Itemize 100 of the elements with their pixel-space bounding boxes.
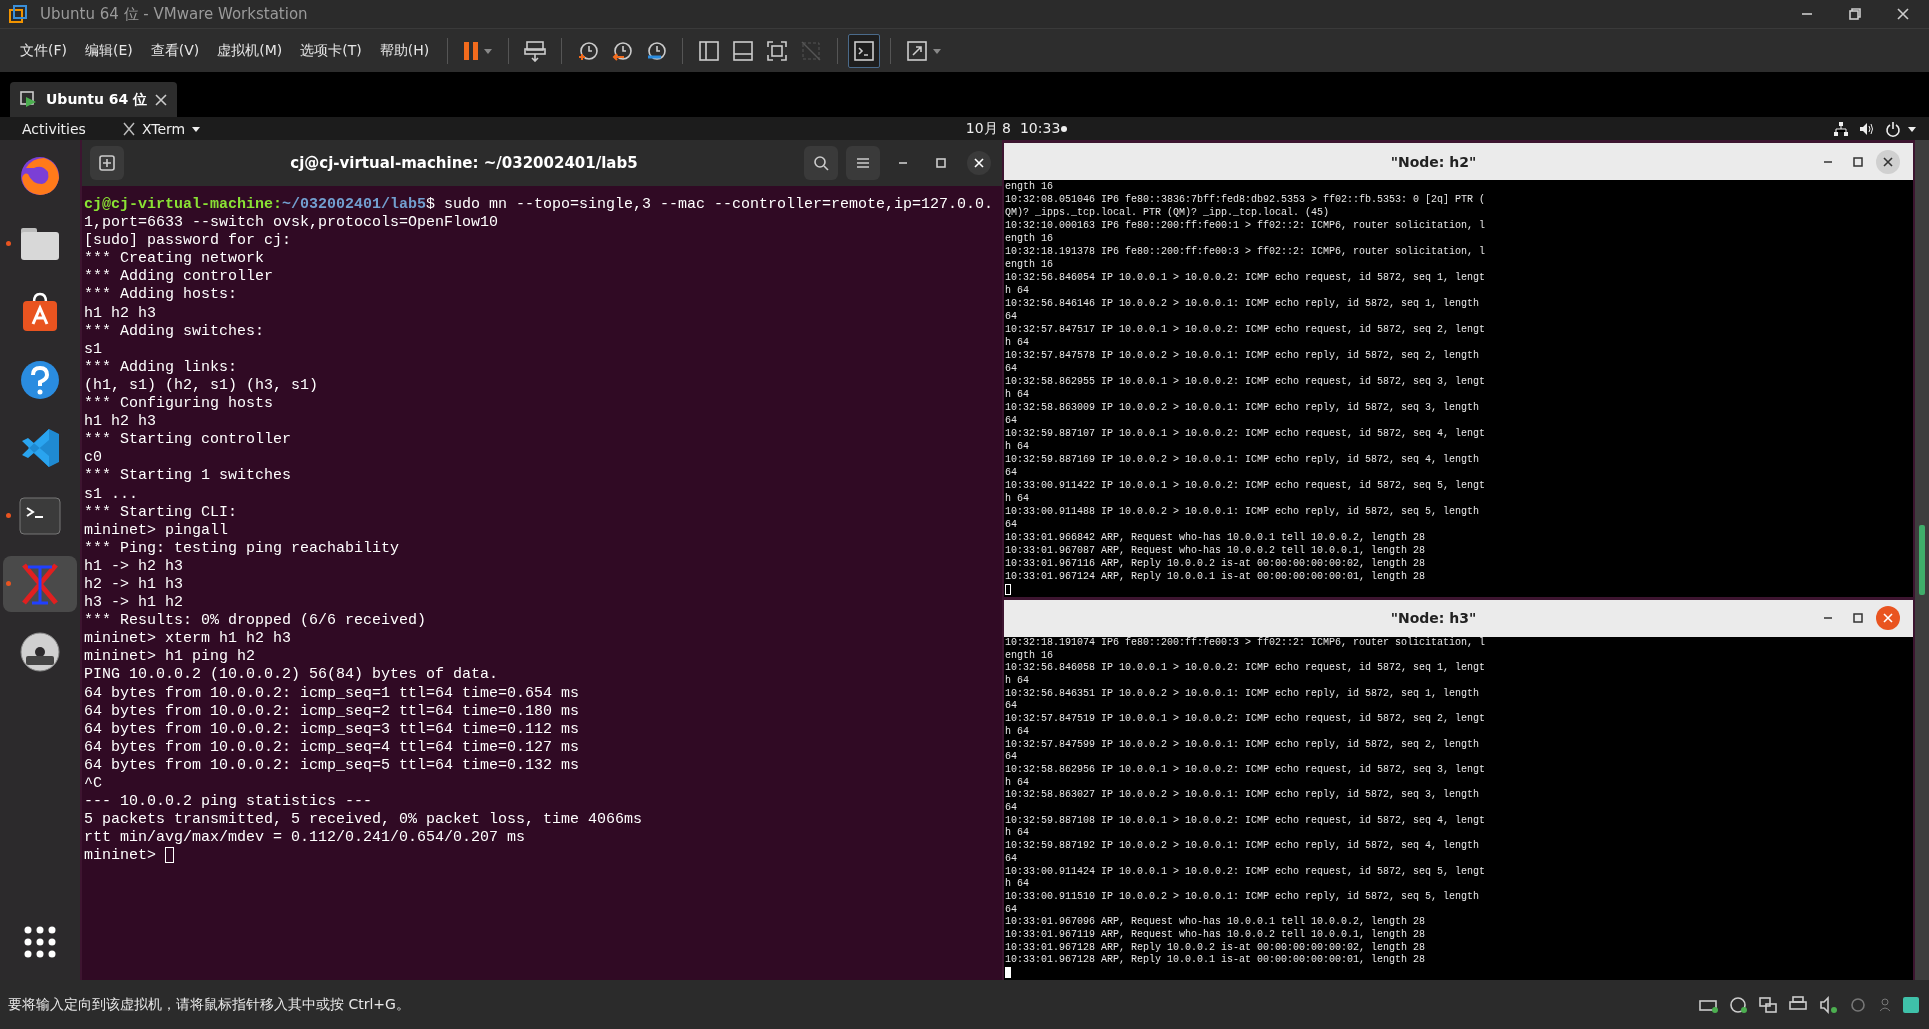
menu-item[interactable]: 文件(F): [12, 35, 75, 66]
terminal-line: 64: [1004, 414, 1018, 427]
terminal-line: 10:32:57.847519 IP 10.0.0.1 > 10.0.0.2: ICMP echo request, id 5872, seq 2, lengt: [1004, 713, 1487, 726]
crossed-square-icon: [800, 39, 823, 62]
terminal-line: mininet>: [83, 847, 157, 865]
terminal-line: 10:32:10.000163 IP6 fe80::200:ff:fe00:1 > ff02::2: ICMP6, router solicitation, l: [1004, 219, 1487, 232]
terminal-line: ength 16: [1004, 232, 1054, 245]
terminal-line: 10:32:59.887108 IP 10.0.0.1 > 10.0.0.2: ICMP echo request, id 5872, seq 4, lengt: [1004, 814, 1487, 827]
expand-icon: [906, 39, 929, 62]
terminal-line: 10:32:18.191074 IP6 fe80::200:ff:fe00:3 > ff02::2: ICMP6, router solicitation, l: [1004, 636, 1487, 650]
terminal-line: 64: [1004, 802, 1018, 815]
x-logo-icon: [121, 121, 136, 136]
vm-play-icon: [20, 90, 38, 109]
close-icon[interactable]: [155, 93, 168, 106]
network-icon[interactable]: [1833, 120, 1849, 137]
menu-item[interactable]: 查看(V): [142, 35, 208, 66]
terminal-line: 64: [1004, 310, 1018, 323]
split-panel-icon: [698, 39, 721, 62]
maximize-icon: [1853, 156, 1863, 167]
terminal-line: h 64: [1004, 675, 1030, 688]
terminal-line: --- 10.0.0.2 ping statistics ---: [83, 793, 373, 812]
maximize-icon: [1853, 613, 1863, 624]
terminal-line: h3 -> h1 h2: [83, 594, 184, 613]
clock-button[interactable]: 10月 8 10:33: [965, 119, 1061, 138]
vm-tab[interactable]: Ubuntu 64 位: [10, 82, 178, 117]
users-icon: [1879, 997, 1891, 1012]
speaker-icon: [1819, 995, 1839, 1014]
new-tab-button[interactable]: [89, 146, 124, 180]
terminal-line: 10:33:00.911488 IP 10.0.0.2 > 10.0.0.1: ICMP echo reply, id 5872, seq 5, length: [1004, 505, 1481, 518]
terminal-line: mininet> xterm h1 h2 h3: [83, 630, 292, 649]
monitor-arrow-icon: [524, 39, 547, 62]
terminal-line: 64: [1004, 362, 1018, 375]
grid-icon: [22, 925, 57, 959]
terminal-line: 10:32:57.847578 IP 10.0.0.2 > 10.0.0.1: ICMP echo reply, id 5872, seq 2, length: [1004, 349, 1481, 362]
terminal-line: *** Starting CLI:: [83, 503, 238, 522]
terminal-line: s1 ...: [83, 485, 139, 504]
plus-icon: [98, 155, 115, 171]
search-button[interactable]: [803, 146, 838, 180]
close-button[interactable]: [966, 151, 991, 175]
close-icon: [973, 158, 984, 168]
scrollbar-thumb[interactable]: [1919, 525, 1925, 595]
terminal-line: *** Results: 0% dropped (6/6 received): [83, 612, 427, 631]
terminal-line: ength 16: [1004, 258, 1054, 271]
terminal-line: 10:32:18.191378 IP6 fe80::200:ff:fe00:3 > ff02::2: ICMP6, router solicitation, l: [1004, 245, 1487, 258]
terminal-line: 64: [1004, 700, 1018, 714]
terminal-line: 5 packets transmitted, 5 received, 0% packet loss, time 4066ms: [83, 811, 643, 830]
close-icon: [1883, 613, 1893, 624]
console-view-button[interactable]: [848, 33, 881, 68]
notification-dot-icon: [1060, 124, 1069, 133]
terminal-line: 10:33:01.967096 ARP, Request who-has 10.0.0.1 tell 10.0.0.2, length 28: [1004, 916, 1427, 929]
text-cursor: [164, 847, 174, 864]
terminal-line: 64: [1004, 466, 1018, 479]
terminal-line: h1 h2 h3: [83, 304, 157, 323]
terminal-line: *** Starting 1 switches: [83, 467, 292, 486]
menu-item[interactable]: 编辑(E): [77, 35, 141, 66]
terminal-line: 10:33:00.911424 IP 10.0.0.1 > 10.0.0.2: ICMP echo request, id 5872, seq 5, lengt: [1004, 865, 1487, 878]
terminal-title: cj@cj-virtual-machine: ~/032002401/lab5: [289, 154, 639, 172]
terminal-line: *** Adding switches:: [83, 322, 265, 341]
terminal-line: mininet> h1 ping h2: [83, 648, 256, 667]
activities-button[interactable]: Activities: [22, 120, 86, 137]
disc-icon: [1729, 995, 1749, 1014]
network-adapter-icon: [1759, 995, 1779, 1014]
terminal-line: 10:33:01.967124 ARP, Reply 10.0.0.1 is-at 00:00:00:00:00:01, length 28: [1004, 570, 1427, 583]
terminal-line: 64: [1004, 852, 1018, 866]
console-icon: [853, 39, 876, 62]
menu-item[interactable]: 虚拟机(M): [209, 35, 291, 66]
terminal-line: h 64: [1004, 336, 1030, 349]
terminal-line: h 64: [1004, 388, 1030, 401]
terminal-line: *** Adding hosts:: [83, 286, 238, 305]
terminal-line: 10:32:56.846351 IP 10.0.0.2 > 10.0.0.1: ICMP echo reply, id 5872, seq 1, length: [1004, 687, 1481, 701]
terminal-line: (h1, s1) (h2, s1) (h3, s1): [83, 376, 319, 396]
window-title: "Node: h2": [1389, 153, 1478, 170]
maximize-icon: [935, 158, 946, 168]
terminal-line: 10:32:59.887169 IP 10.0.0.2 > 10.0.0.1: ICMP echo reply, id 5872, seq 4, length: [1004, 453, 1481, 466]
menu-button[interactable]: [845, 146, 880, 180]
terminal-line: 10:32:58.863027 IP 10.0.0.2 > 10.0.0.1: ICMP echo reply, id 5872, seq 3, length: [1004, 789, 1481, 802]
terminal-line: 10:32:08.051046 IP6 fe80::3836:7bff:fed8:db92.5353 > ff02::fb.5353: 0 [2q] PTR (: [1004, 193, 1487, 206]
terminal-line: h 64: [1004, 827, 1030, 841]
message-icon: [1901, 994, 1921, 1015]
close-button[interactable]: [1876, 149, 1900, 174]
close-icon: [1897, 8, 1909, 20]
clock-wrench-icon: [645, 39, 668, 62]
app-menu[interactable]: XTerm: [121, 120, 202, 137]
terminal-line: cj@cj-virtual-machine:~/032002401/lab5$ sudo mn --topo=single,3 --mac --controller=remote,ip=127.0.0.: [83, 196, 995, 215]
terminal-line: h 64: [1004, 776, 1030, 790]
terminal-line: 10:32:56.846058 IP 10.0.0.1 > 10.0.0.2: ICMP echo request, id 5872, seq 1, lengt: [1004, 662, 1487, 675]
terminal-line: h1 h2 h3: [83, 413, 157, 432]
terminal-line: 64 bytes from 10.0.0.2: icmp_seq=1 ttl=64 time=0.654 ms: [83, 684, 580, 703]
menu-item[interactable]: 帮助(H): [371, 35, 438, 66]
terminal-line: ^C: [83, 775, 103, 794]
terminal-line: h 64: [1004, 284, 1030, 297]
terminal-line: 10:32:59.887192 IP 10.0.0.2 > 10.0.0.1: ICMP echo reply, id 5872, seq 4, length: [1004, 840, 1481, 853]
terminal-line: *** Creating network: [83, 250, 265, 269]
terminal-line: 64: [1004, 751, 1018, 764]
menu-item[interactable]: 选项卡(T): [292, 35, 370, 66]
power-icon[interactable]: [1885, 120, 1901, 137]
app-logo-icon: [8, 4, 28, 24]
terminal-line: 10:33:01.967128 ARP, Reply 10.0.0.1 is-at 00:00:00:00:00:01, length 28: [1004, 954, 1427, 968]
terminal-line: rtt min/avg/max/mdev = 0.112/0.241/0.654/0.207 ms: [83, 829, 526, 848]
terminal-line: 10:32:57.847517 IP 10.0.0.1 > 10.0.0.2: ICMP echo request, id 5872, seq 2, lengt: [1004, 323, 1487, 336]
